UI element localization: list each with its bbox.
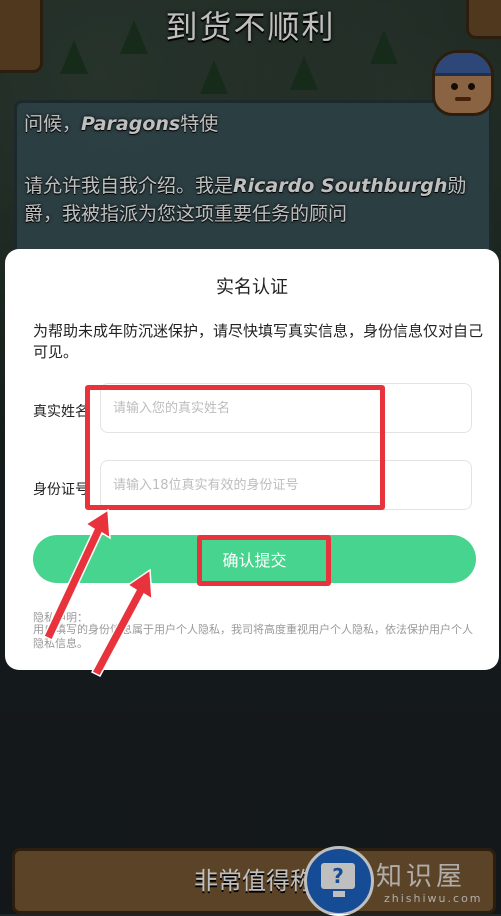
highlight-input-fields <box>85 385 385 510</box>
modal-description: 为帮助未成年防沉迷保护，请尽快填写真实信息，身份信息仅对自己可见。 <box>33 322 484 361</box>
modal-title: 实名认证 <box>216 277 288 298</box>
name-field-label: 真实姓名 <box>33 404 89 420</box>
privacy-statement: 用户填写的身份信息属于用户个人隐私，我司将高度重视用户个人隐私，依法保护用户个人… <box>33 623 473 650</box>
id-field-label: 身份证号 <box>33 482 89 498</box>
highlight-submit-button <box>197 535 331 586</box>
